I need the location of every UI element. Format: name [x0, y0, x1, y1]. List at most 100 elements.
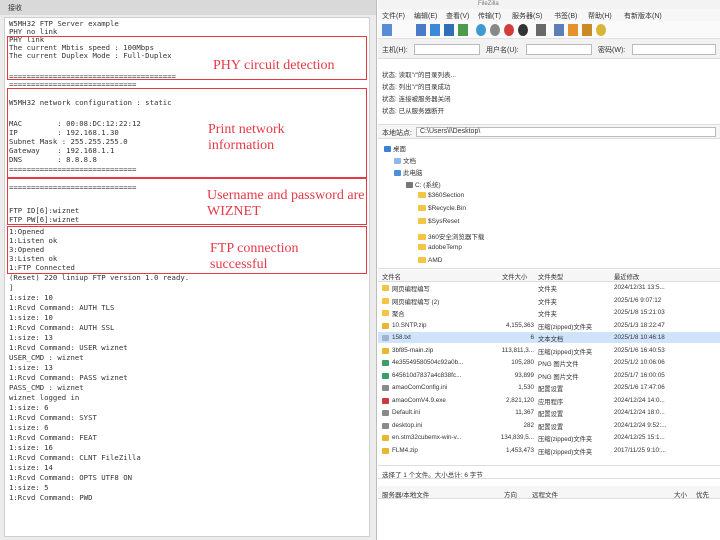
- file-name: 645610d7837a4c838fc...: [392, 371, 462, 379]
- filezilla-titlebar: FileZilla: [378, 0, 720, 9]
- toggle-queue-icon[interactable]: [458, 24, 468, 36]
- queue-col-priority[interactable]: 优先: [696, 489, 709, 499]
- tree-item-c-drive[interactable]: C: (系统): [406, 179, 441, 189]
- file-type: 文件夹: [538, 311, 557, 318]
- toggle-log-icon[interactable]: [416, 24, 426, 36]
- tree-item-folder[interactable]: adobeTemp: [418, 244, 462, 251]
- host-input[interactable]: [414, 44, 480, 55]
- file-row[interactable]: Default.ini 11,367 配置设置 2024/12/24 18:0...: [378, 407, 720, 418]
- col-filesize[interactable]: 文件大小: [502, 272, 527, 281]
- file-size: 1,530: [518, 384, 534, 391]
- find-icon[interactable]: [596, 24, 606, 36]
- menu-server[interactable]: 服务器(S): [512, 11, 542, 21]
- tree-item-label: adobeTemp: [428, 244, 462, 251]
- file-row[interactable]: 聚合 文件夹 2025/1/8 15:21:03: [378, 307, 720, 318]
- password-input[interactable]: [632, 44, 716, 55]
- selection-status: 选择了 1 个文件。大小总计: 6 字节: [382, 472, 483, 479]
- terminal-output[interactable]: W5MH32 FTP Server example PHY no link PH…: [4, 17, 370, 537]
- compare-icon[interactable]: [554, 24, 564, 36]
- file-modified: 2025/1/6 17:47:06: [614, 384, 665, 391]
- file-row[interactable]: 4e35549580504c92a0b... 105,280 PNG 图片文件 202…: [378, 357, 720, 368]
- tree-item-folder[interactable]: $Recycle.Bin: [418, 205, 466, 212]
- tree-item-this-pc[interactable]: 此电脑: [394, 167, 423, 177]
- file-name: 4e35549580504c92a0b...: [392, 359, 464, 366]
- file-type: 文件夹: [538, 298, 557, 306]
- sync-browse-icon[interactable]: [568, 24, 578, 36]
- col-filename[interactable]: 文件名: [382, 272, 401, 281]
- tree-item-documents[interactable]: 文档: [394, 155, 416, 165]
- menu-bookmarks[interactable]: 书签(B): [554, 11, 577, 21]
- menu-transfer[interactable]: 传输(T): [478, 11, 501, 21]
- filezilla-window: FileZilla 文件(F) 编辑(E) 查看(V) 传输(T) 服务器(S)…: [378, 0, 720, 540]
- file-size: 11,367: [515, 409, 534, 416]
- toggle-remote-tree-icon[interactable]: [444, 24, 454, 36]
- file-size: 1,453,473: [505, 446, 534, 454]
- message-log[interactable]: 状态: 读取"/"的目录列表... 状态: 列出"/"的目录成功 状态: 连接被…: [378, 59, 720, 125]
- file-size: 282: [523, 421, 534, 429]
- site-manager-icon[interactable]: [382, 24, 392, 36]
- col-modified[interactable]: 最近修改: [614, 272, 639, 281]
- file-row[interactable]: 网页编程编写 (2) 文件夹 2025/1/6 9:07:12: [378, 295, 720, 306]
- folder-icon: [418, 244, 426, 251]
- filter-icon[interactable]: [536, 24, 546, 36]
- file-icon: [382, 410, 389, 416]
- menu-help[interactable]: 帮助(H): [588, 11, 612, 21]
- toggle-tree-icon[interactable]: [430, 24, 440, 36]
- folder-icon: [382, 297, 389, 304]
- file-size: 134,839,5...: [500, 434, 534, 441]
- terminal-line: 1:Rcvd Command: PWD: [9, 493, 93, 502]
- log-text: 列出"/"的目录成功: [398, 84, 451, 91]
- local-directory-tree[interactable]: 桌面 文档 此电脑 C: (系统) $360Section $Recycle.B…: [378, 139, 720, 269]
- log-label: 状态:: [382, 84, 397, 91]
- file-row[interactable]: FLM4.zip 1,453,473 压缩(zipped)文件夹 2017/11/25…: [378, 445, 720, 456]
- queue-col-remote[interactable]: 远程文件: [532, 489, 558, 499]
- file-row[interactable]: desktop.ini 282 配置设置 2024/12/24 9:52:...: [378, 420, 720, 431]
- file-row[interactable]: amaoComConfig.ini 1,530 配置设置 2025/1/6 17:47…: [378, 382, 720, 393]
- file-row[interactable]: 10.SNTP.zip 4,155,363 压缩(zipped)文件夹 2025/1/…: [378, 320, 720, 331]
- menu-edit[interactable]: 编辑(E): [414, 11, 437, 21]
- file-size: 113,811,3...: [501, 346, 534, 354]
- terminal-line: 1:Rcvd Command: FEAT: [9, 433, 97, 442]
- tree-item-folder[interactable]: AMD: [418, 257, 442, 264]
- drive-icon: [406, 182, 413, 189]
- search-icon[interactable]: [582, 24, 592, 36]
- refresh-icon[interactable]: [476, 24, 486, 36]
- file-type: 压缩(zipped)文件夹: [538, 323, 593, 331]
- file-row[interactable]: amaoComV4.9.exe 2,821,120 应用程序 2024/12/24 1…: [378, 395, 720, 406]
- annotation-phy-label: PHY circuit detection: [213, 58, 335, 73]
- serial-terminal-window: 接收 W5MH32 FTP Server example PHY no link…: [0, 0, 377, 540]
- tree-item-folder[interactable]: $360Section: [418, 192, 464, 199]
- col-filetype[interactable]: 文件类型: [538, 272, 563, 281]
- file-row[interactable]: 645610d7837a4c838fc... 93,899 PNG 图片文件 2025…: [378, 370, 720, 381]
- menu-file[interactable]: 文件(F): [382, 11, 405, 21]
- log-text: 连接被服务器关闭: [398, 96, 451, 103]
- menu-view[interactable]: 查看(V): [446, 11, 469, 21]
- file-row[interactable]: 网页编程编写 文件夹 2024/12/31 13:5...: [378, 282, 720, 293]
- file-type: PNG 图片文件: [538, 373, 579, 381]
- tree-item-folder[interactable]: 360安全浏览器下载: [418, 231, 484, 241]
- queue-col-size[interactable]: 大小: [674, 489, 687, 499]
- window-title: FileZilla: [478, 1, 499, 7]
- file-modified: 2025/1/2 10:06:06: [614, 359, 665, 366]
- terminal-line: wiznet logged in: [9, 393, 80, 402]
- transfer-queue[interactable]: [378, 499, 720, 540]
- process-queue-icon[interactable]: [490, 24, 500, 36]
- quickconnect-bar: 主机(H): 用户名(U): 密码(W):: [378, 39, 720, 59]
- file-row[interactable]: 3bf85-main.zip 113,811,3... 压缩(zipped)文件夹 2…: [378, 345, 720, 356]
- file-row[interactable]: en.stm32cubemx-win-v... 134,839,5... 压缩(zi…: [378, 432, 720, 443]
- file-row[interactable]: 158.txt 6 文本文档 2025/1/8 10:46:18: [378, 332, 720, 344]
- tree-item-folder[interactable]: $SysReset: [418, 218, 459, 225]
- folder-icon: [418, 257, 426, 264]
- queue-col-direction[interactable]: 方向: [504, 489, 517, 499]
- username-input[interactable]: [526, 44, 592, 55]
- disconnect-icon[interactable]: [518, 24, 528, 36]
- file-icon: [382, 322, 389, 329]
- tree-item-label: 360安全浏览器下载: [428, 234, 485, 241]
- queue-col-local[interactable]: 服务器/本地文件: [382, 489, 429, 499]
- tree-item-label: $360Section: [428, 192, 465, 199]
- tree-item-label: $SysReset: [428, 218, 460, 225]
- local-file-list[interactable]: 网页编程编写 文件夹 2024/12/31 13:5... 网页编程编写 (2) 文件夹…: [378, 282, 720, 460]
- menu-new-version[interactable]: 有新版本(N): [624, 11, 662, 21]
- cancel-icon[interactable]: [504, 24, 514, 36]
- tree-item-desktop[interactable]: 桌面: [384, 143, 406, 153]
